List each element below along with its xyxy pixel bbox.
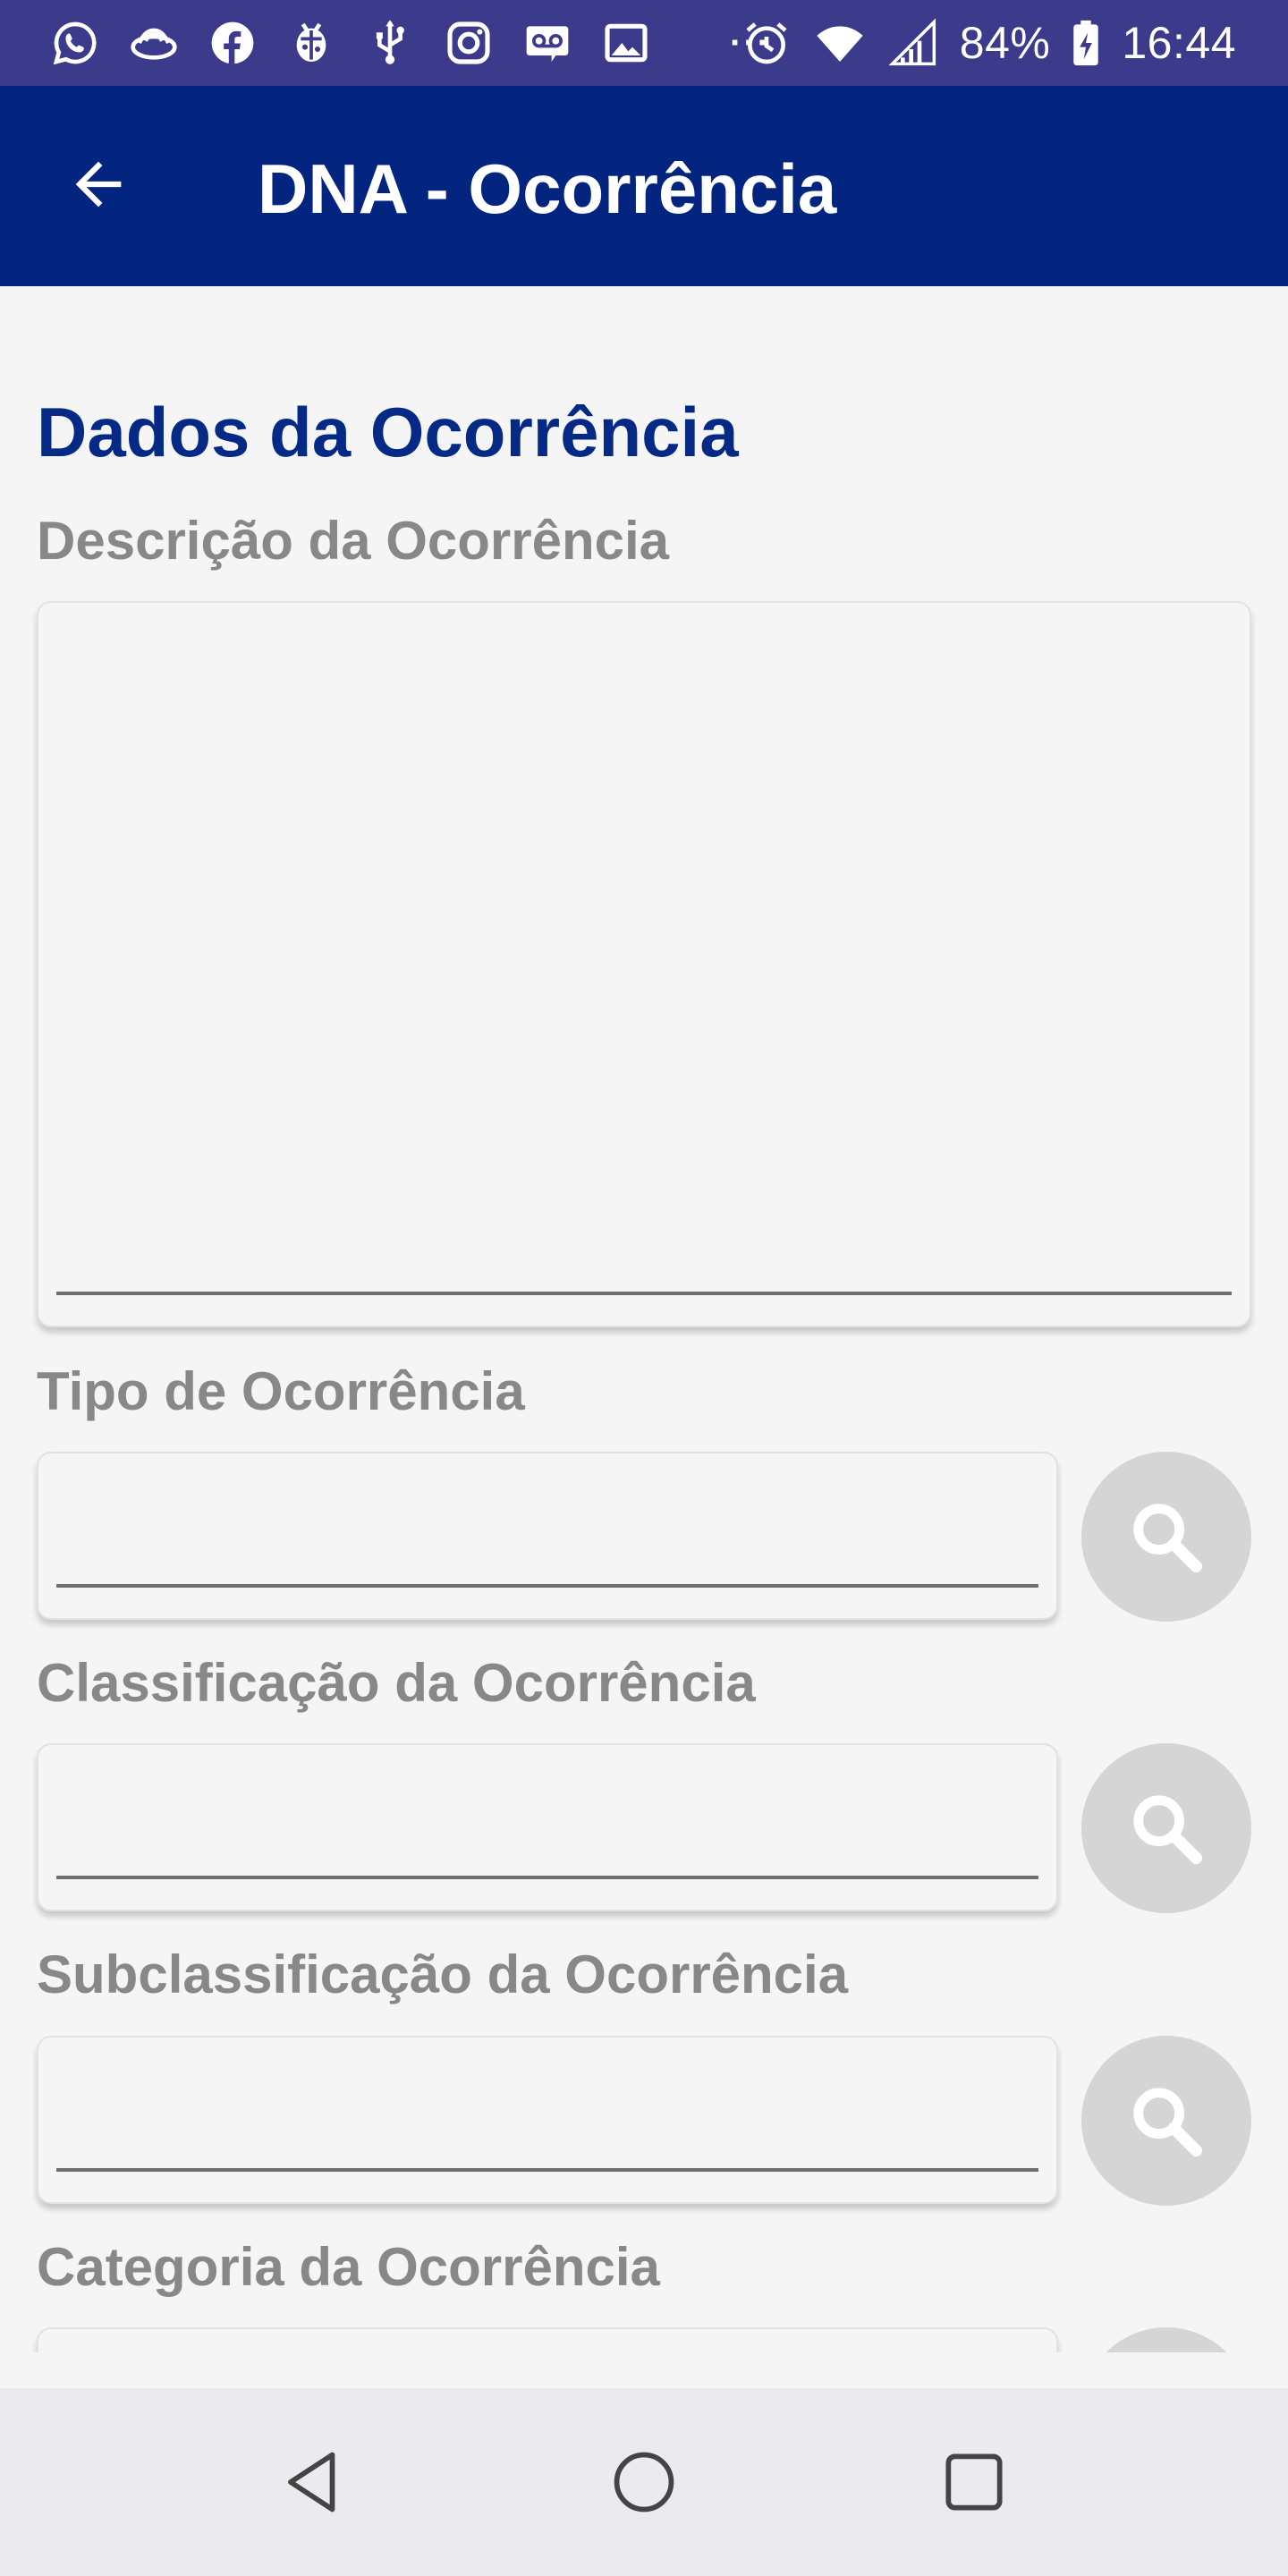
page-title: DNA - Ocorrência [258, 149, 837, 228]
description-field[interactable] [37, 601, 1251, 1327]
subclassificacao-search-button[interactable] [1081, 2036, 1251, 2206]
status-bar: ··· 84% 16:44 [0, 0, 1288, 86]
back-button[interactable] [54, 140, 143, 229]
nav-recents-button[interactable] [920, 2428, 1028, 2536]
voicemail-icon [521, 16, 574, 70]
alarm-icon [740, 16, 793, 70]
subclassificacao-label: Subclassificação da Ocorrência [37, 1945, 849, 2004]
instagram-icon [442, 16, 496, 70]
classificacao-field[interactable] [37, 1743, 1058, 1911]
description-input[interactable] [56, 612, 1232, 1277]
arrow-back-icon [75, 161, 122, 208]
bug-icon [284, 16, 338, 70]
classificacao-underline [56, 1876, 1038, 1879]
back-triangle-icon [288, 2452, 335, 2512]
battery-charging-icon [1070, 16, 1102, 70]
categoria-input[interactable] [56, 2338, 1038, 2352]
classificacao-label: Classificação da Ocorrência [37, 1653, 756, 1713]
system-nav-bar [0, 2388, 1288, 2576]
subclassificacao-underline [56, 2168, 1038, 2172]
subclassificacao-input[interactable] [56, 2046, 1038, 2165]
description-underline [56, 1292, 1232, 1295]
categoria-label: Categoria da Ocorrência [37, 2237, 660, 2297]
facebook-icon [206, 16, 259, 70]
signal-icon [886, 16, 940, 70]
bank-icon [127, 16, 181, 70]
categoria-field[interactable] [37, 2327, 1058, 2352]
tipo-field[interactable] [37, 1452, 1058, 1620]
form-scroll-area[interactable]: Dados da Ocorrência Descrição da Ocorrên… [0, 286, 1288, 2352]
tipo-label: Tipo de Ocorrência [37, 1361, 525, 1421]
categoria-search-button[interactable] [1081, 2327, 1251, 2352]
tipo-underline [56, 1584, 1038, 1588]
system-status: 84% 16:44 [740, 0, 1236, 86]
section-title: Dados da Ocorrência [37, 393, 739, 471]
classificacao-search-button[interactable] [1081, 1743, 1251, 1913]
classificacao-input[interactable] [56, 1754, 1038, 1872]
image-icon [599, 16, 653, 70]
clock: 16:44 [1122, 18, 1236, 68]
notification-icons: ··· [0, 16, 771, 70]
description-label: Descrição da Ocorrência [37, 511, 670, 571]
nav-home-button[interactable] [590, 2428, 698, 2536]
tipo-search-button[interactable] [1081, 1452, 1251, 1622]
recents-square-icon [945, 2453, 1003, 2511]
search-icon [1133, 2088, 1202, 2157]
app-bar: DNA - Ocorrência [0, 86, 1288, 286]
nav-back-button[interactable] [259, 2428, 367, 2536]
whatsapp-icon [48, 16, 102, 70]
home-circle-icon [614, 2452, 674, 2512]
tipo-input[interactable] [56, 1462, 1038, 1580]
subclassificacao-field[interactable] [37, 2036, 1058, 2204]
battery-percent: 84% [959, 18, 1051, 68]
wifi-icon [813, 16, 867, 70]
usb-icon [363, 16, 417, 70]
search-icon [1133, 1795, 1202, 1864]
search-icon [1133, 1504, 1202, 1572]
